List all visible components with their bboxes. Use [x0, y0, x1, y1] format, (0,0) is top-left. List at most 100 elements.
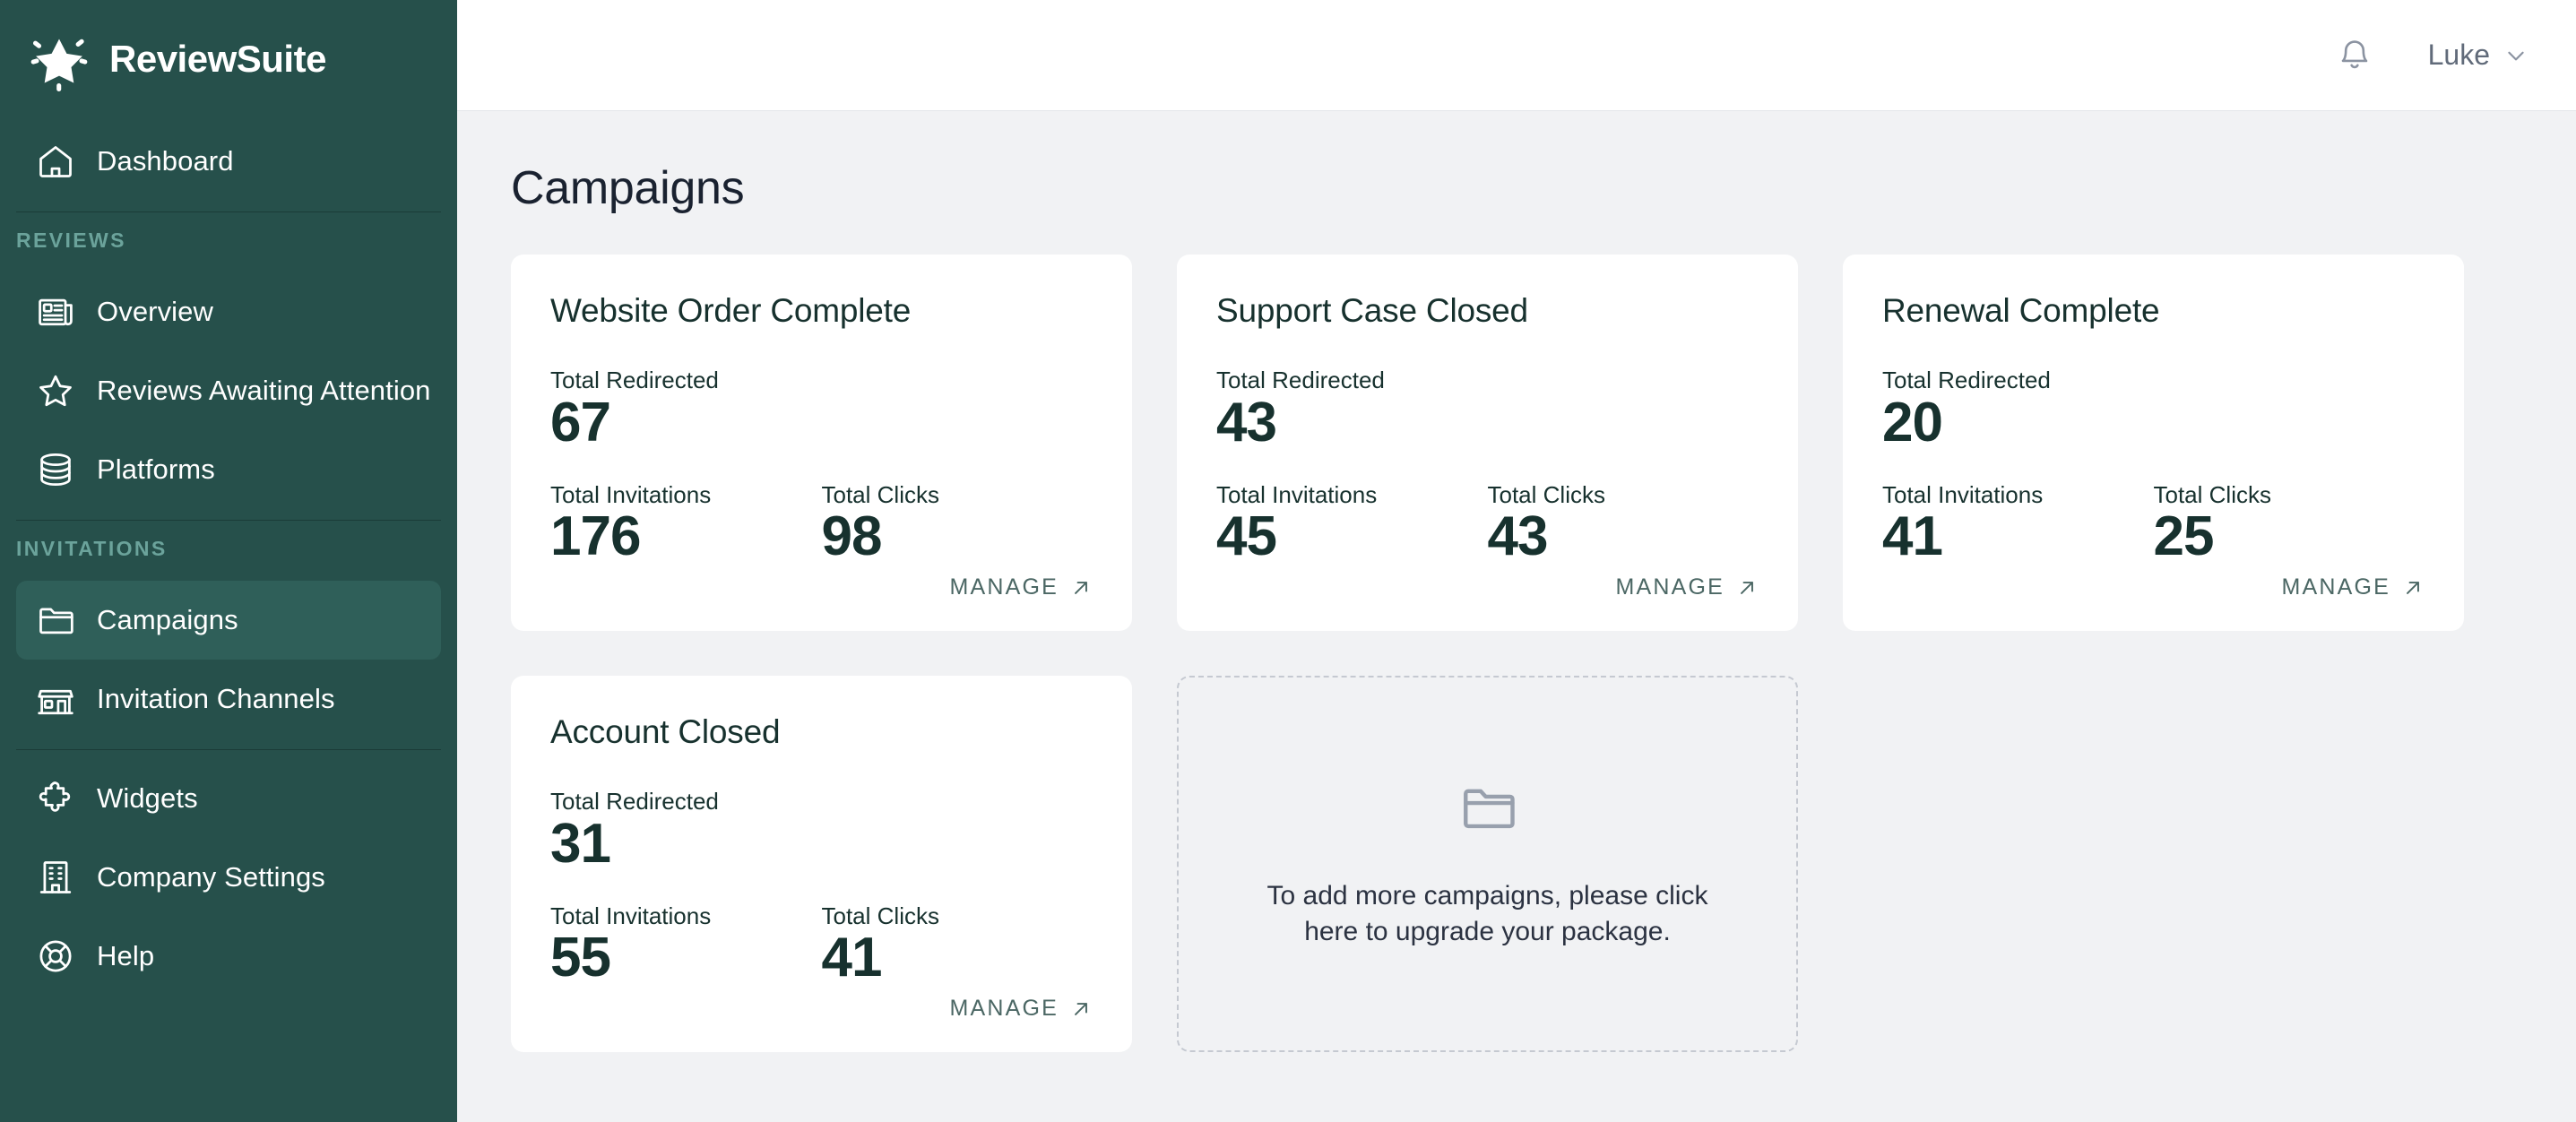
arrow-up-right-icon: [2401, 576, 2425, 600]
stat-value: 98: [821, 505, 883, 568]
sidebar-item-company-settings[interactable]: Company Settings: [16, 838, 441, 917]
page-title: Campaigns: [511, 162, 745, 214]
topbar: Luke: [457, 0, 2576, 111]
stat-label: Total Clicks: [821, 480, 939, 508]
stat-total-redirected: Total Redirected 20: [1882, 367, 2425, 453]
stat-value: 31: [550, 812, 611, 875]
sidebar-divider: [16, 749, 441, 750]
sidebar-heading-invitations: INVITATIONS: [16, 537, 168, 560]
stat-label: Total Redirected: [1882, 367, 2051, 393]
sidebar-item-invitation-channels[interactable]: Invitation Channels: [16, 660, 441, 738]
stat-row: Total Invitations 45 Total Clicks 43: [1216, 481, 1759, 568]
main-area: Luke Campaigns Website Order Complete To…: [457, 0, 2576, 1122]
sidebar-divider: [16, 520, 441, 521]
campaign-card[interactable]: Website Order Complete Total Redirected …: [511, 255, 1132, 631]
stat-value: 25: [2153, 505, 2215, 568]
manage-button[interactable]: MANAGE: [949, 996, 1093, 1022]
user-menu[interactable]: Luke: [2428, 39, 2528, 72]
campaign-card[interactable]: Support Case Closed Total Redirected 43 …: [1177, 255, 1798, 631]
stat-total-redirected: Total Redirected 43: [1216, 367, 1759, 453]
sidebar-item-help[interactable]: Help: [16, 917, 441, 996]
sidebar-item-dashboard[interactable]: Dashboard: [16, 122, 441, 201]
sidebar-item-label: Help: [97, 940, 155, 971]
sidebar-item-widgets[interactable]: Widgets: [16, 759, 441, 838]
sidebar-item-label: Invitation Channels: [97, 683, 335, 714]
content: Campaigns Website Order Complete Total R…: [457, 111, 2576, 1122]
stat-total-invitations: Total Invitations 45: [1216, 481, 1488, 568]
sparkle-star-icon: [27, 27, 91, 91]
storefront-icon: [36, 679, 75, 719]
manage-button[interactable]: MANAGE: [2281, 574, 2425, 600]
brand[interactable]: ReviewSuite: [0, 0, 457, 122]
campaign-name: Support Case Closed: [1216, 292, 1528, 329]
sidebar-item-label: Widgets: [97, 782, 198, 814]
stat-row: Total Invitations 41 Total Clicks 25: [1882, 480, 2425, 568]
sidebar-item-campaigns[interactable]: Campaigns: [16, 581, 441, 660]
card-footer: MANAGE: [550, 996, 1093, 1022]
app-root: ReviewSuite Dashboard REVIEWS Overview R…: [0, 0, 2576, 1122]
stat-label: Total Redirected: [1216, 367, 1385, 393]
stat-label: Total Invitations: [550, 902, 712, 929]
manage-label: MANAGE: [2281, 574, 2390, 600]
stat-value: 20: [1882, 391, 1943, 453]
campaign-name: Renewal Complete: [1882, 292, 2160, 329]
stat-value: 176: [550, 505, 641, 568]
folder-icon: [36, 600, 75, 640]
sidebar-heading-reviews: REVIEWS: [16, 229, 126, 252]
sidebar-item-label: Campaigns: [97, 604, 238, 635]
sidebar: ReviewSuite Dashboard REVIEWS Overview R…: [0, 0, 457, 1122]
stat-value: 43: [1216, 391, 1277, 453]
upgrade-package-card[interactable]: To add more campaigns, please click here…: [1177, 676, 1798, 1052]
stat-label: Total Clicks: [2153, 480, 2271, 508]
stat-label: Total Invitations: [1882, 480, 2044, 508]
arrow-up-right-icon: [1069, 576, 1093, 600]
stat-total-invitations: Total Invitations 176: [550, 480, 822, 568]
arrow-up-right-icon: [1735, 576, 1759, 600]
stat-total-redirected: Total Redirected 31: [550, 789, 1093, 875]
campaign-card[interactable]: Renewal Complete Total Redirected 20 Tot…: [1843, 255, 2464, 631]
stat-total-clicks: Total Clicks 43: [1487, 481, 1759, 568]
database-icon: [36, 450, 75, 489]
stat-label: Total Redirected: [550, 788, 719, 815]
card-footer: MANAGE: [1216, 574, 1759, 600]
card-footer: MANAGE: [550, 574, 1093, 600]
bell-icon: [2336, 37, 2373, 74]
card-footer: MANAGE: [1882, 574, 2425, 600]
stat-value: 41: [1882, 505, 1943, 568]
sidebar-item-platforms[interactable]: Platforms: [16, 430, 441, 509]
manage-label: MANAGE: [1615, 574, 1725, 600]
campaign-card-grid: Website Order Complete Total Redirected …: [511, 255, 2522, 1052]
stat-total-invitations: Total Invitations 41: [1882, 480, 2154, 568]
sidebar-item-overview[interactable]: Overview: [16, 272, 441, 351]
stat-total-redirected: Total Redirected 67: [550, 367, 1093, 453]
folder-icon: [1458, 778, 1517, 837]
sidebar-item-label: Dashboard: [97, 145, 234, 177]
stat-value: 43: [1487, 505, 1549, 568]
stat-value: 67: [550, 391, 611, 453]
notifications-button[interactable]: [2331, 32, 2378, 79]
sidebar-item-label: Company Settings: [97, 861, 325, 893]
campaign-card[interactable]: Account Closed Total Redirected 31 Total…: [511, 676, 1132, 1052]
sidebar-item-label: Overview: [97, 296, 213, 327]
stat-total-invitations: Total Invitations 55: [550, 902, 822, 989]
stat-total-clicks: Total Clicks 25: [2153, 480, 2425, 568]
building-icon: [36, 858, 75, 897]
manage-button[interactable]: MANAGE: [949, 574, 1093, 600]
lifebuoy-icon: [36, 936, 75, 976]
stat-label: Total Redirected: [550, 367, 719, 393]
user-name: Luke: [2427, 39, 2490, 71]
chevron-down-icon: [2504, 44, 2528, 67]
sidebar-item-reviews-awaiting-attention[interactable]: Reviews Awaiting Attention: [16, 351, 441, 430]
newspaper-icon: [36, 292, 75, 332]
star-icon: [36, 371, 75, 410]
stat-label: Total Invitations: [550, 480, 712, 508]
manage-label: MANAGE: [949, 996, 1059, 1021]
arrow-up-right-icon: [1069, 997, 1093, 1021]
sidebar-divider: [16, 211, 441, 212]
brand-name: ReviewSuite: [109, 38, 326, 80]
manage-button[interactable]: MANAGE: [1615, 574, 1759, 600]
stat-value: 55: [550, 927, 611, 989]
home-icon: [36, 142, 75, 181]
stat-label: Total Clicks: [821, 902, 939, 929]
